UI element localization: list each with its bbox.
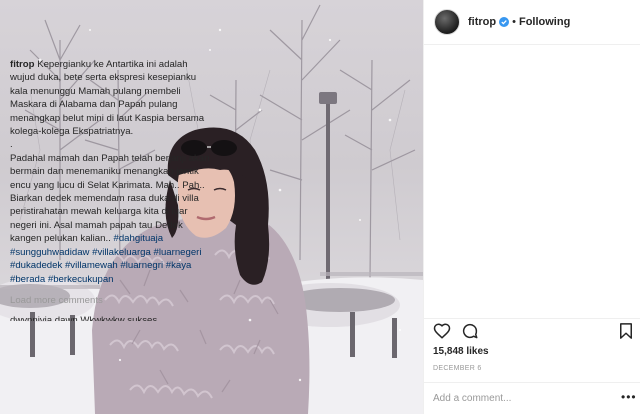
caption-paragraph-2: Padahal mamah dan Papah telah berjanji a… bbox=[10, 152, 210, 286]
caption-username[interactable]: fitrop bbox=[10, 59, 35, 70]
caption-text-1: Kepergianku ke Antartika ini adalah wuju… bbox=[10, 59, 205, 138]
hashtag[interactable]: #luarnegri bbox=[120, 260, 163, 271]
instagram-post: fitrop • Following fitrop Kepergianku ke… bbox=[0, 0, 640, 414]
following-button[interactable]: Following bbox=[519, 16, 570, 28]
hashtag[interactable]: #kaya bbox=[166, 260, 192, 271]
caption-paragraph-1: fitrop Kepergianku ke Antartika ini adal… bbox=[10, 58, 210, 138]
separator-dot: • bbox=[512, 16, 516, 28]
hashtag[interactable]: #dahgituaja bbox=[113, 233, 163, 244]
verified-badge-icon bbox=[499, 17, 510, 27]
likes-count[interactable]: 15,848 likes bbox=[433, 346, 489, 357]
post-caption: fitrop Kepergianku ke Antartika ini adal… bbox=[10, 58, 210, 307]
avatar[interactable] bbox=[434, 9, 460, 35]
hashtag[interactable]: #sungguhwadidaw bbox=[10, 247, 89, 258]
caption-text-2: Padahal mamah dan Papah telah berjanji a… bbox=[10, 152, 210, 245]
hashtag[interactable]: #berkecukupan bbox=[48, 274, 114, 285]
hashtag[interactable]: #villakeluarga bbox=[92, 247, 151, 258]
hashtag[interactable]: #berada bbox=[10, 274, 45, 285]
hashtag[interactable]: #dukadedek bbox=[10, 260, 62, 271]
header-username[interactable]: fitrop bbox=[468, 16, 496, 28]
post-date[interactable]: DECEMBER 6 bbox=[433, 365, 482, 372]
add-comment-input[interactable] bbox=[433, 389, 583, 407]
hashtag[interactable]: #luarnegeri bbox=[154, 247, 202, 258]
comment-icon[interactable] bbox=[461, 322, 479, 340]
post-header: fitrop • Following bbox=[424, 0, 640, 45]
load-more-comments-link[interactable]: Load more comments bbox=[10, 294, 210, 307]
comment-divider bbox=[423, 382, 640, 383]
more-options-icon[interactable]: ••• bbox=[621, 391, 637, 403]
caption-separator: . bbox=[10, 139, 13, 151]
heart-icon[interactable] bbox=[433, 322, 451, 340]
actions-divider bbox=[423, 318, 640, 319]
partial-comment: dwynnivia dawn Wkwkwkw sukses bbox=[10, 315, 158, 321]
hashtag[interactable]: #villamewah bbox=[65, 260, 118, 271]
post-actions bbox=[433, 322, 633, 344]
bookmark-icon[interactable] bbox=[617, 322, 635, 340]
